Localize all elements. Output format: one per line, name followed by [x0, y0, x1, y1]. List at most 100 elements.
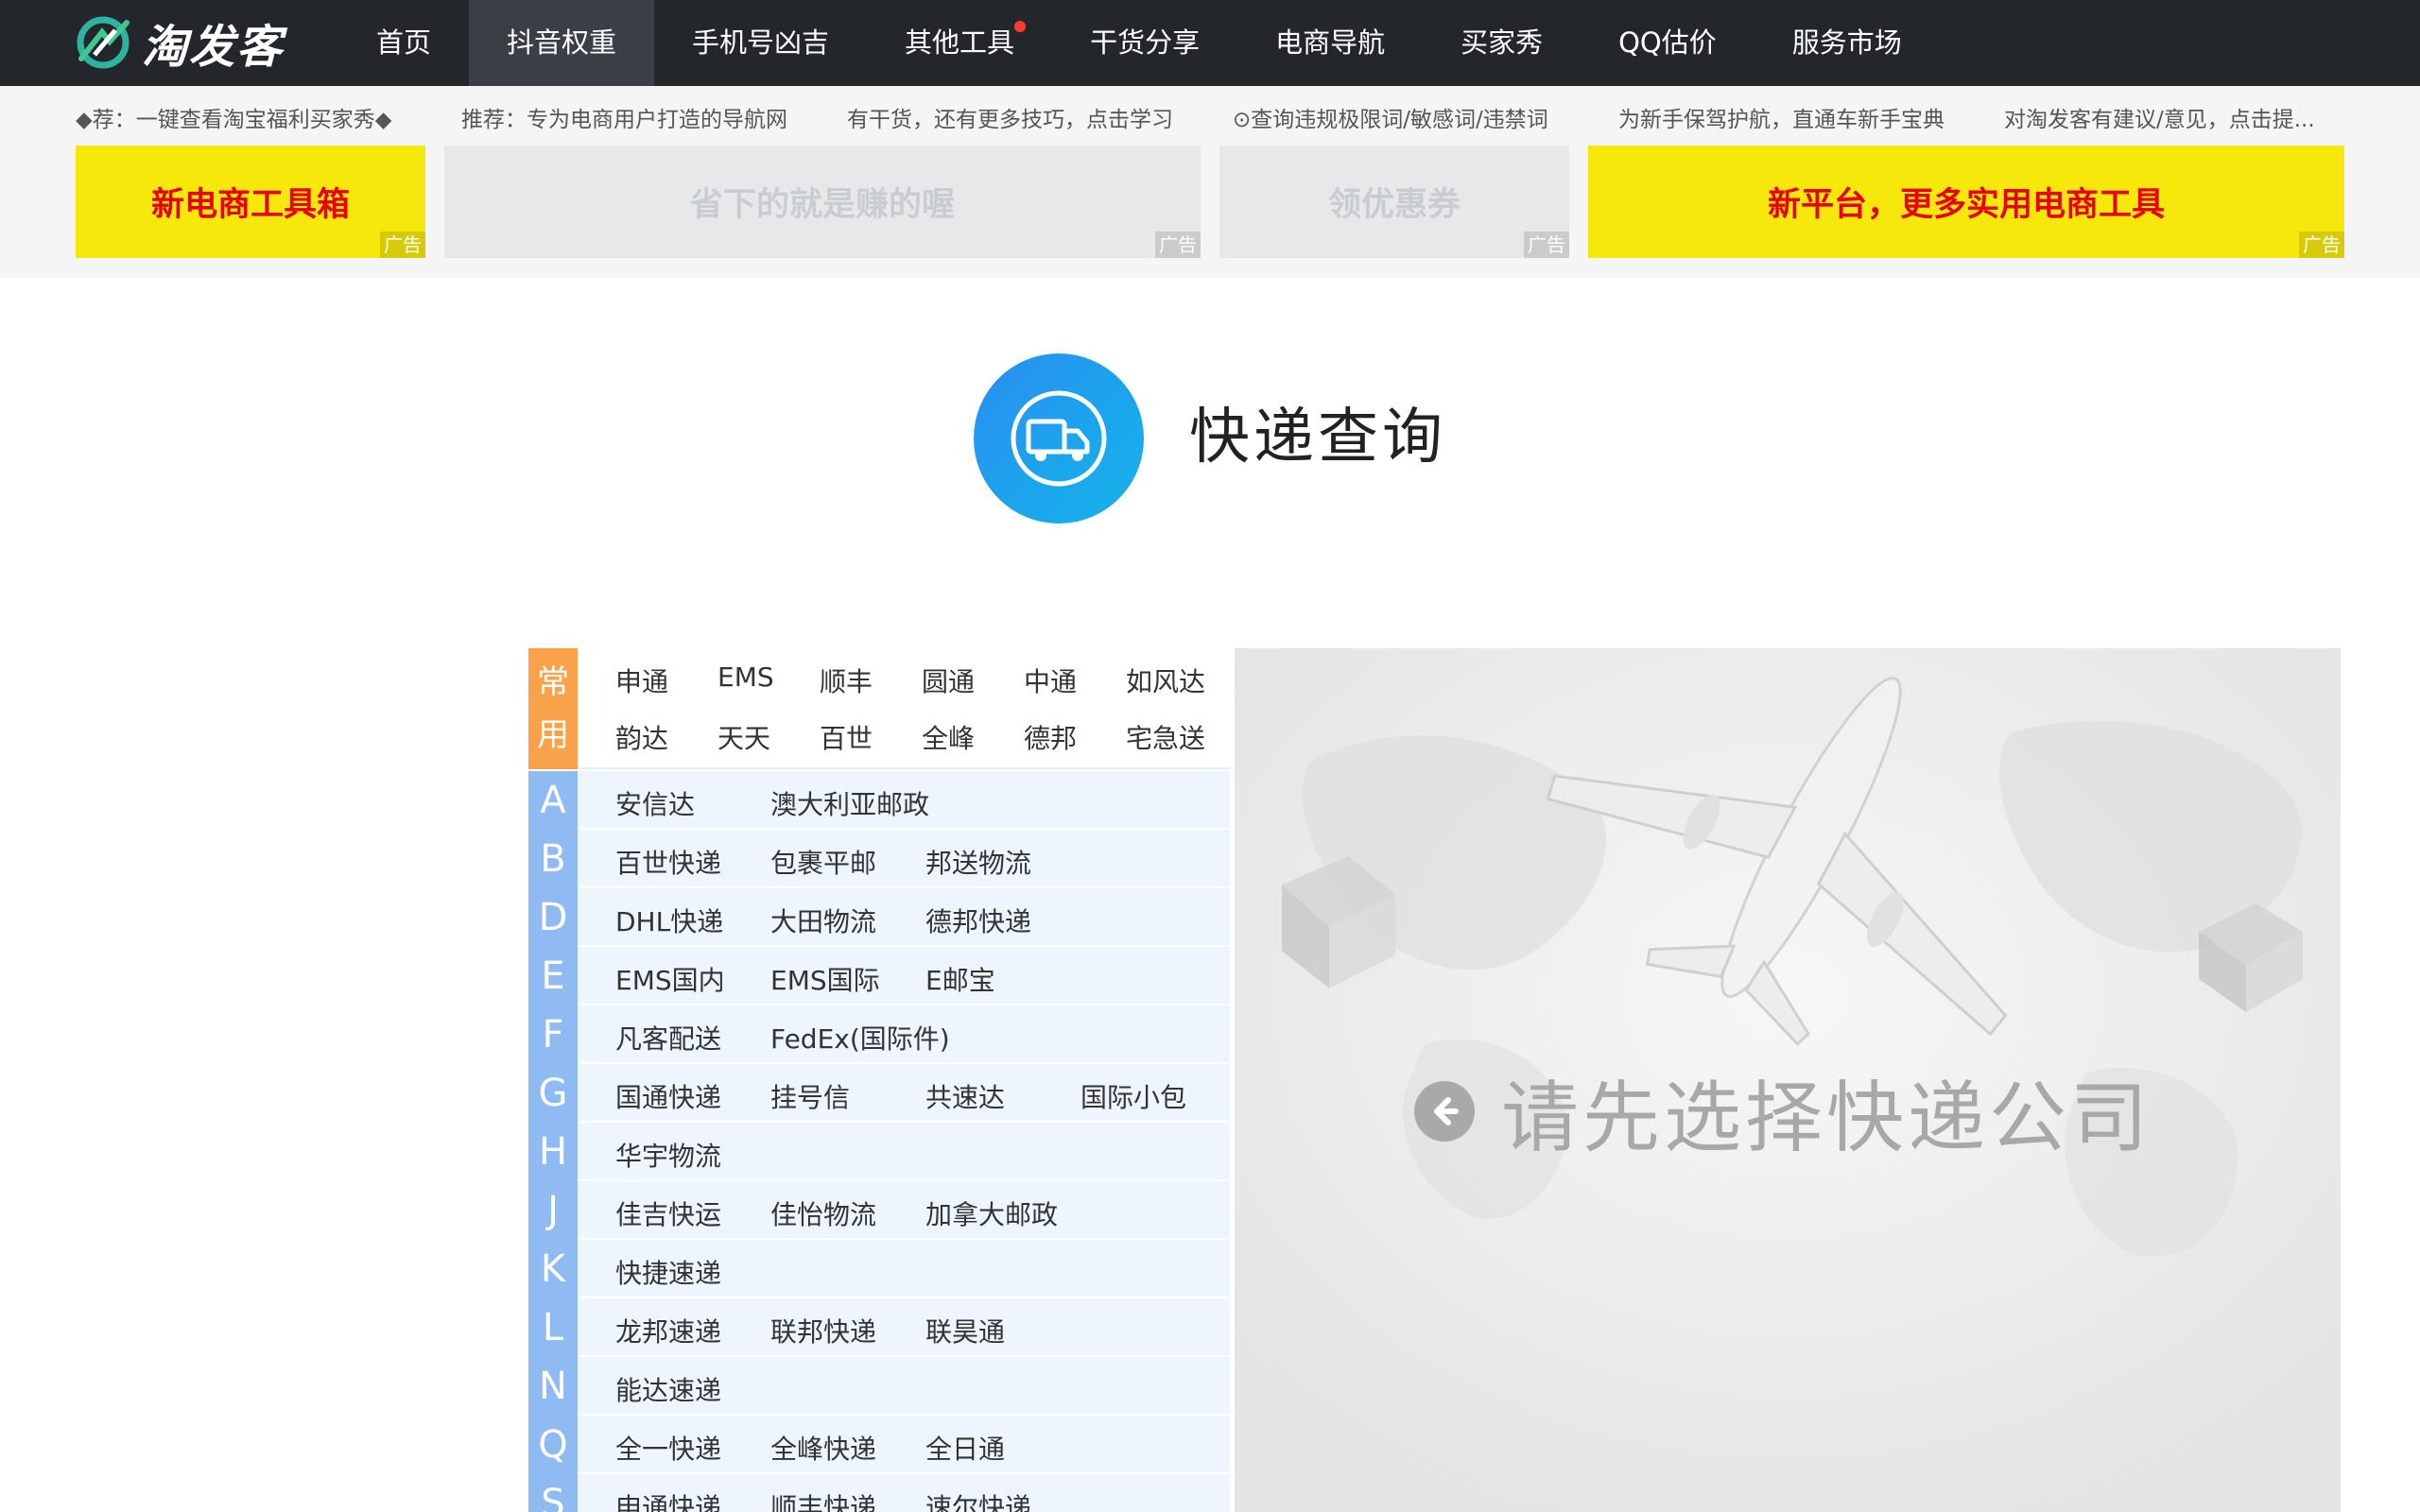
row-courier-names: EMS国内 EMS国际 E邮宝: [578, 947, 1230, 1005]
courier-link[interactable]: 加拿大邮政: [925, 1194, 1058, 1232]
courier-link[interactable]: 能达速递: [615, 1370, 721, 1408]
row-courier-names: 快捷速递: [578, 1240, 1230, 1298]
courier-link[interactable]: 澳大利亚邮政: [770, 784, 929, 822]
row-letter[interactable]: N: [528, 1357, 578, 1416]
courier-link[interactable]: 百世: [820, 718, 873, 756]
courier-link[interactable]: EMS国内: [615, 960, 725, 998]
courier-link[interactable]: 申通: [615, 662, 668, 699]
courier-link[interactable]: 天天: [717, 718, 770, 756]
courier-link[interactable]: 全日通: [925, 1429, 1005, 1467]
courier-link[interactable]: 共速达: [925, 1077, 1005, 1115]
row-letter[interactable]: G: [528, 1064, 578, 1123]
courier-link[interactable]: 顺丰: [820, 662, 873, 699]
courier-link[interactable]: 百世快递: [615, 843, 721, 881]
courier-link[interactable]: 顺丰快递: [770, 1487, 876, 1512]
row-letter[interactable]: A: [528, 771, 578, 830]
ticker-link[interactable]: 对淘发客有建议/意见，点击提...: [2004, 101, 2330, 129]
courier-link[interactable]: 德邦: [1024, 718, 1077, 756]
row-letter[interactable]: K: [528, 1240, 578, 1298]
row-letter[interactable]: L: [528, 1298, 578, 1357]
nav-item-dry-goods[interactable]: 干货分享: [1052, 0, 1237, 86]
nav-item-ecommerce-nav[interactable]: 电商导航: [1237, 0, 1423, 86]
nav-item-home[interactable]: 首页: [338, 0, 469, 86]
ticker-link[interactable]: ◆荐：一键查看淘宝福利买家秀◆: [76, 101, 461, 129]
courier-link[interactable]: 联邦快递: [770, 1312, 876, 1349]
main-nav: 首页 抖音权重 手机号凶吉 其他工具 干货分享 电商导航 买家秀 QQ估价 服务…: [338, 0, 1940, 86]
row-courier-names: 全一快递 全峰快递 全日通: [578, 1416, 1230, 1474]
notification-dot: [1014, 21, 1027, 32]
courier-link[interactable]: 佳吉快运: [615, 1194, 721, 1232]
courier-link[interactable]: 中通: [1024, 662, 1077, 699]
nav-item-phone-fortune[interactable]: 手机号凶吉: [654, 0, 867, 86]
courier-link[interactable]: 如风达: [1126, 662, 1205, 699]
ticker-link[interactable]: 有干货，还有更多技巧，点击学习: [847, 101, 1233, 129]
ad-tag: 广告: [380, 232, 425, 258]
row-letter[interactable]: S: [528, 1474, 578, 1512]
row-letter[interactable]: H: [528, 1123, 578, 1181]
courier-link[interactable]: 快捷速递: [615, 1253, 721, 1291]
row-letter[interactable]: D: [528, 888, 578, 947]
ad-banner-savings[interactable]: 省下的就是赚的喔 广告: [444, 146, 1201, 258]
ticker-link[interactable]: ⊙查询违规极限词/敏感词/违禁词: [1233, 101, 1618, 129]
courier-link[interactable]: 宅急送: [1126, 718, 1205, 756]
row-courier-names: DHL快递 大田物流 德邦快递: [578, 888, 1230, 947]
courier-link[interactable]: 大田物流: [770, 902, 876, 939]
courier-link[interactable]: E邮宝: [925, 960, 995, 998]
courier-row-l: L 龙邦速递 联邦快递 联昊通: [528, 1298, 1230, 1357]
page-title: 快递查询: [1189, 403, 1446, 472]
row-letter[interactable]: B: [528, 830, 578, 888]
row-letter[interactable]: E: [528, 947, 578, 1005]
courier-link[interactable]: 全一快递: [615, 1429, 721, 1467]
courier-link[interactable]: 挂号信: [770, 1077, 850, 1115]
courier-row-q: Q 全一快递 全峰快递 全日通: [528, 1416, 1230, 1474]
row-label-char: 常: [537, 663, 569, 701]
courier-link[interactable]: 圆通: [922, 662, 975, 699]
ad-banner-toolbox[interactable]: 新电商工具箱 广告: [76, 146, 425, 258]
courier-link[interactable]: 申通快递: [615, 1487, 721, 1512]
courier-list: 常 用 申通 EMS 顺丰 圆通 中通 如风达 韵达 天天 百世 全峰 德邦 宅…: [528, 648, 1230, 1512]
result-panel: 请先选择快递公司: [1235, 648, 2341, 1512]
courier-link[interactable]: FedEx(国际件): [770, 1019, 950, 1057]
ad-banner-coupon[interactable]: 领优惠券 广告: [1219, 146, 1569, 258]
courier-link[interactable]: 国际小包: [1080, 1077, 1186, 1115]
courier-link[interactable]: 韵达: [615, 718, 668, 756]
row-letter[interactable]: Q: [528, 1416, 578, 1474]
row-letter[interactable]: J: [528, 1181, 578, 1240]
courier-link[interactable]: EMS国际: [770, 960, 880, 998]
courier-link[interactable]: 包裹平邮: [770, 843, 876, 881]
courier-link[interactable]: 全峰快递: [770, 1429, 876, 1467]
courier-link[interactable]: 凡客配送: [615, 1019, 721, 1057]
courier-link[interactable]: 速尔快递: [925, 1487, 1031, 1512]
courier-row-k: K 快捷速递: [528, 1240, 1230, 1298]
courier-link[interactable]: 全峰: [922, 718, 975, 756]
ticker-link[interactable]: 为新手保驾护航，直通车新手宝典: [1618, 101, 2004, 129]
nav-item-other-tools[interactable]: 其他工具: [867, 0, 1052, 86]
ad-banner-text: 领优惠券: [1327, 186, 1461, 224]
ad-banner-new-platform[interactable]: 新平台，更多实用电商工具 广告: [1588, 146, 2344, 258]
site-logo[interactable]: 淘发客: [74, 13, 284, 74]
courier-link[interactable]: 国通快递: [615, 1077, 721, 1115]
select-courier-hint: 请先选择快递公司: [1414, 1055, 2152, 1167]
courier-row-e: E EMS国内 EMS国际 E邮宝: [528, 947, 1230, 1005]
row-courier-names: 凡客配送 FedEx(国际件): [578, 1005, 1230, 1064]
courier-link[interactable]: DHL快递: [615, 902, 723, 939]
nav-item-service-market[interactable]: 服务市场: [1754, 0, 1940, 86]
courier-link[interactable]: 安信达: [615, 784, 695, 822]
courier-link[interactable]: 龙邦速递: [615, 1312, 721, 1349]
row-label-char: 用: [537, 716, 569, 754]
courier-row-common: 常 用 申通 EMS 顺丰 圆通 中通 如风达 韵达 天天 百世 全峰 德邦 宅…: [528, 648, 1230, 769]
nav-item-buyer-show[interactable]: 买家秀: [1423, 0, 1581, 86]
courier-link[interactable]: 华宇物流: [615, 1136, 721, 1174]
ticker-link[interactable]: 推荐：专为电商用户打造的导航网: [461, 101, 847, 129]
row-letter[interactable]: F: [528, 1005, 578, 1064]
nav-item-douyin-weight[interactable]: 抖音权重: [469, 0, 655, 86]
nav-item-qq-valuation[interactable]: QQ估价: [1581, 0, 1754, 86]
courier-link[interactable]: 联昊通: [925, 1312, 1005, 1349]
row-courier-names: 申通快递 顺丰快递 速尔快递: [578, 1474, 1230, 1512]
courier-link[interactable]: 佳怡物流: [770, 1194, 876, 1232]
courier-link[interactable]: EMS: [717, 662, 774, 693]
courier-row-d: D DHL快递 大田物流 德邦快递: [528, 888, 1230, 947]
courier-link[interactable]: 德邦快递: [925, 902, 1031, 939]
courier-link[interactable]: 邦送物流: [925, 843, 1031, 881]
courier-row-s: S 申通快递 顺丰快递 速尔快递: [528, 1474, 1230, 1512]
